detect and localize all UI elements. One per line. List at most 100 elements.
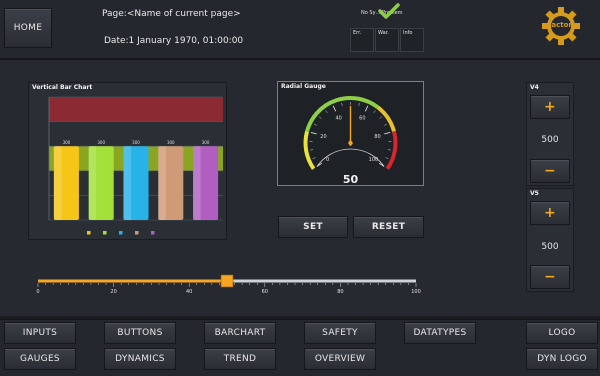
gauge-minor-tick xyxy=(388,150,391,151)
gauge-color-band xyxy=(387,131,395,168)
indicator-warning-label: War. xyxy=(378,30,389,36)
nav-dyn-logo[interactable]: DYN LOGO xyxy=(526,348,598,370)
data-label: 300 xyxy=(97,140,105,145)
plus-icon: + xyxy=(544,205,556,221)
slider-tick-label: 60 xyxy=(262,289,268,295)
gauge-color-band xyxy=(307,98,378,131)
radial-gauge: 0 20 40 60 80 100 xyxy=(278,91,423,186)
legend-swatch-5 xyxy=(151,231,155,235)
minus-icon: − xyxy=(544,269,556,285)
bar-highlight xyxy=(89,146,97,220)
gauge-minor-tick xyxy=(374,110,376,112)
gauge-minor-tick xyxy=(380,117,382,119)
date-time: Date:1 January 1970, 01:00:00 xyxy=(104,36,243,46)
bar-highlight xyxy=(158,146,166,220)
v4-increment-button[interactable]: + xyxy=(530,95,570,119)
indicator-error-label: Err. xyxy=(353,30,361,36)
home-button[interactable]: HOME xyxy=(4,8,52,48)
logo-text: Factory xyxy=(547,21,576,29)
value-slider[interactable]: 0 20 40 60 80 100 xyxy=(28,270,428,300)
gauge-value: 50 xyxy=(278,173,423,186)
nav-dynamics[interactable]: DYNAMICS xyxy=(104,348,176,370)
gauge-minor-tick xyxy=(314,124,317,125)
data-label: 300 xyxy=(202,140,210,145)
legend-swatch-1 xyxy=(87,231,91,235)
gauge-needle-hub xyxy=(348,141,352,145)
indicator-error[interactable]: Err. xyxy=(350,28,374,52)
v5-value: 500 xyxy=(527,242,573,252)
indicator-warning[interactable]: War. xyxy=(375,28,399,52)
nav-bar xyxy=(0,318,600,376)
gauge-color-band xyxy=(306,131,314,168)
slider-tick-label: 20 xyxy=(110,289,116,295)
gauge-minor-tick xyxy=(326,110,328,112)
nav-inputs[interactable]: INPUTS xyxy=(4,322,76,344)
indicator-info-label: Info xyxy=(403,30,412,36)
nav-trend[interactable]: TREND xyxy=(204,348,276,370)
indicator-info[interactable]: Info xyxy=(400,28,424,52)
minus-icon: − xyxy=(544,163,556,179)
slider-fill xyxy=(38,280,227,283)
slider-tick-label: 0 xyxy=(36,289,39,295)
slider-tick-label: 80 xyxy=(337,289,343,295)
bar-highlight xyxy=(193,146,201,220)
slider-handle[interactable] xyxy=(221,275,233,287)
bar-chart: 300 300 300 300 300 xyxy=(29,92,226,240)
slider-tick-label: 40 xyxy=(186,289,192,295)
v4-panel: V4 + 500 − xyxy=(526,82,574,186)
limit-band-1 xyxy=(49,97,223,122)
reset-button[interactable]: RESET xyxy=(353,216,424,238)
data-label: 300 xyxy=(167,140,175,145)
bar-highlight xyxy=(123,146,131,220)
gauge-tick-label: 0 xyxy=(326,157,329,163)
v4-decrement-button[interactable]: − xyxy=(530,159,570,183)
v5-panel: V5 + 500 − xyxy=(526,188,574,292)
nav-buttons[interactable]: BUTTONS xyxy=(104,322,176,344)
plus-icon: + xyxy=(544,99,556,115)
logo-gear-icon[interactable]: Factory xyxy=(541,6,581,46)
gauge-major-tick xyxy=(384,132,390,134)
gauge-minor-tick xyxy=(313,158,316,159)
header-bar xyxy=(0,0,600,60)
nav-gauges[interactable]: GAUGES xyxy=(4,348,76,370)
v4-title: V4 xyxy=(530,84,539,91)
gauge-minor-tick xyxy=(359,103,360,106)
gauge-major-tick xyxy=(311,132,317,134)
gauge-major-tick xyxy=(365,106,368,111)
nav-safety[interactable]: SAFETY xyxy=(304,322,376,344)
set-button[interactable]: SET xyxy=(278,216,348,238)
data-label: 300 xyxy=(63,140,71,145)
gauge-tick-label: 60 xyxy=(359,116,365,122)
slider-tick-label: 100 xyxy=(411,289,421,295)
nav-barchart[interactable]: BARCHART xyxy=(204,322,276,344)
gauge-tick-label: 20 xyxy=(320,134,326,140)
gauge-minor-tick xyxy=(386,158,389,159)
page-title: Page:<Name of current page> xyxy=(102,9,241,19)
bar-highlight xyxy=(54,146,62,220)
legend-swatch-3 xyxy=(119,231,123,235)
gauge-tick-label: 100 xyxy=(369,157,379,163)
gauge-minor-tick xyxy=(319,117,321,119)
data-label: 300 xyxy=(132,140,140,145)
v5-title: V5 xyxy=(530,190,539,197)
nav-overview[interactable]: OVERVIEW xyxy=(304,348,376,370)
gauge-color-band xyxy=(378,107,394,131)
legend-swatch-4 xyxy=(135,231,139,235)
v4-value: 500 xyxy=(527,135,573,145)
gauge-minor-tick xyxy=(384,124,387,125)
v5-increment-button[interactable]: + xyxy=(530,201,570,225)
gauge-tick-label: 80 xyxy=(374,134,380,140)
legend-swatch-2 xyxy=(103,231,107,235)
bar-chart-title: Vertical Bar Chart xyxy=(32,84,92,91)
v5-decrement-button[interactable]: − xyxy=(530,265,570,289)
gauge-title: Radial Gauge xyxy=(281,83,326,90)
radial-gauge-panel: Radial Gauge 0 20 40 60 80 100 50 xyxy=(277,81,424,186)
gauge-tick-label: 40 xyxy=(335,116,341,122)
nav-datatypes[interactable]: DATATYPES xyxy=(404,322,476,344)
check-icon xyxy=(378,3,400,23)
gauge-major-tick xyxy=(333,106,336,111)
bar-chart-panel: Vertical Bar Chart 300 300 300 300 300 xyxy=(28,82,227,240)
gauge-minor-tick xyxy=(342,103,343,106)
gauge-minor-tick xyxy=(310,150,313,151)
nav-logo[interactable]: LOGO xyxy=(526,322,598,344)
